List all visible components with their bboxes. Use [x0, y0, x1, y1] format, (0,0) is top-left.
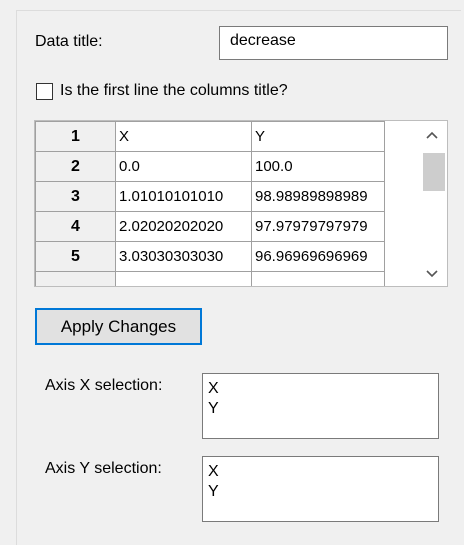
list-item[interactable]: Y: [208, 399, 433, 419]
table-cell[interactable]: 1.01010101010: [115, 181, 252, 212]
chevron-up-icon[interactable]: [417, 127, 447, 142]
row-header[interactable]: 5: [35, 241, 116, 272]
table-row: 4 2.02020202020 97.97979797979: [35, 211, 385, 242]
table-cell[interactable]: [251, 271, 385, 286]
table-cell[interactable]: 97.97979797979: [251, 211, 385, 242]
table-row: 1 X Y: [35, 121, 385, 152]
data-title-input[interactable]: decrease: [219, 26, 448, 60]
table-cell[interactable]: 98.98989898989: [251, 181, 385, 212]
table-row: 5 3.03030303030 96.96969696969: [35, 241, 385, 272]
table-row: 3 1.01010101010 98.98989898989: [35, 181, 385, 212]
axis-x-selection-label: Axis X selection:: [45, 377, 163, 394]
data-title-label: Data title:: [35, 33, 103, 50]
list-item[interactable]: X: [208, 462, 433, 482]
list-item[interactable]: Y: [208, 482, 433, 502]
axis-y-listbox[interactable]: X Y: [202, 456, 439, 522]
axis-x-listbox[interactable]: X Y: [202, 373, 439, 439]
list-item[interactable]: X: [208, 379, 433, 399]
table-cell[interactable]: Y: [251, 121, 385, 152]
table-scrollbar[interactable]: [417, 121, 447, 286]
data-grid: 1 X Y 2 0.0 100.0 3 1.01010101010 98.989…: [35, 121, 385, 286]
data-table[interactable]: 1 X Y 2 0.0 100.0 3 1.01010101010 98.989…: [34, 120, 448, 287]
table-row: 2 0.0 100.0: [35, 151, 385, 182]
row-header[interactable]: [35, 271, 116, 286]
first-line-title-checkbox[interactable]: [36, 83, 53, 100]
apply-changes-button[interactable]: Apply Changes: [35, 308, 202, 345]
table-cell[interactable]: [115, 271, 252, 286]
table-cell[interactable]: 2.02020202020: [115, 211, 252, 242]
chevron-down-icon[interactable]: [417, 266, 447, 281]
table-cell[interactable]: X: [115, 121, 252, 152]
table-cell[interactable]: 96.96969696969: [251, 241, 385, 272]
first-line-title-label[interactable]: Is the first line the columns title?: [60, 82, 288, 100]
row-header[interactable]: 2: [35, 151, 116, 182]
axis-y-selection-label: Axis Y selection:: [45, 460, 162, 477]
row-header[interactable]: 1: [35, 121, 116, 152]
table-row: [35, 271, 385, 286]
table-cell[interactable]: 0.0: [115, 151, 252, 182]
table-cell[interactable]: 3.03030303030: [115, 241, 252, 272]
scrollbar-thumb[interactable]: [423, 153, 445, 191]
row-header[interactable]: 3: [35, 181, 116, 212]
table-cell[interactable]: 100.0: [251, 151, 385, 182]
row-header[interactable]: 4: [35, 211, 116, 242]
